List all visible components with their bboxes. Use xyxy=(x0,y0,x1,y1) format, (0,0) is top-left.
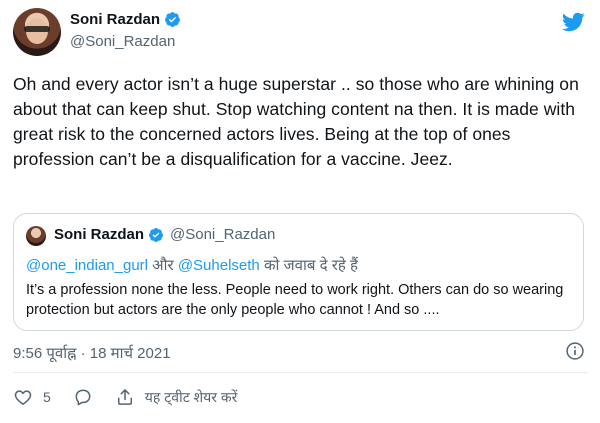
info-icon[interactable] xyxy=(565,341,585,361)
author-handle[interactable]: @Soni_Razdan xyxy=(70,33,175,50)
action-bar: 5 यह ट्वीट शेयर करें xyxy=(13,385,259,409)
twitter-icon[interactable] xyxy=(561,10,585,34)
reply-suffix-text: को जवाब दे रहे हैं xyxy=(259,257,358,274)
quoted-tweet-text: It’s a profession none the less. People … xyxy=(26,282,564,318)
quoted-author-name: Soni Razdan xyxy=(54,226,145,243)
mention-link[interactable]: @one_indian_gurl xyxy=(26,257,148,274)
mention-link[interactable]: @Suhelseth xyxy=(178,257,260,274)
like-button[interactable]: 5 xyxy=(13,387,51,407)
reply-icon xyxy=(75,389,91,406)
reply-and-text: और xyxy=(148,257,178,274)
avatar[interactable] xyxy=(13,8,61,56)
tweet-timestamp[interactable]: 9:56 पूर्वाह्न · 18 मार्च 2021 xyxy=(13,343,171,363)
quoted-author-handle: @Soni_Razdan xyxy=(170,226,276,243)
reply-button[interactable] xyxy=(73,387,93,407)
tweet-card: Soni Razdan @Soni_Razdan Oh and every ac… xyxy=(0,0,600,423)
share-button[interactable]: यह ट्वीट शेयर करें xyxy=(115,387,238,407)
author-name-row: Soni Razdan xyxy=(70,11,181,28)
divider xyxy=(13,372,588,373)
verified-badge-icon xyxy=(165,12,180,27)
avatar-glasses xyxy=(24,26,50,32)
verified-badge-icon xyxy=(149,227,164,242)
quoted-avatar[interactable] xyxy=(26,226,46,246)
like-count: 5 xyxy=(43,389,51,405)
share-label: यह ट्वीट शेयर करें xyxy=(144,388,238,405)
share-icon xyxy=(117,389,132,405)
replying-to-line: @one_indian_gurl और @Suhelseth को जवाब द… xyxy=(26,255,358,275)
tweet-text: Oh and every actor isn’t a huge supersta… xyxy=(13,74,579,169)
author-name[interactable]: Soni Razdan xyxy=(70,11,160,28)
heart-icon xyxy=(14,390,32,405)
quoted-tweet[interactable]: Soni Razdan @Soni_Razdan @one_indian_gur… xyxy=(13,213,584,331)
quoted-header: Soni Razdan @Soni_Razdan xyxy=(54,226,275,243)
